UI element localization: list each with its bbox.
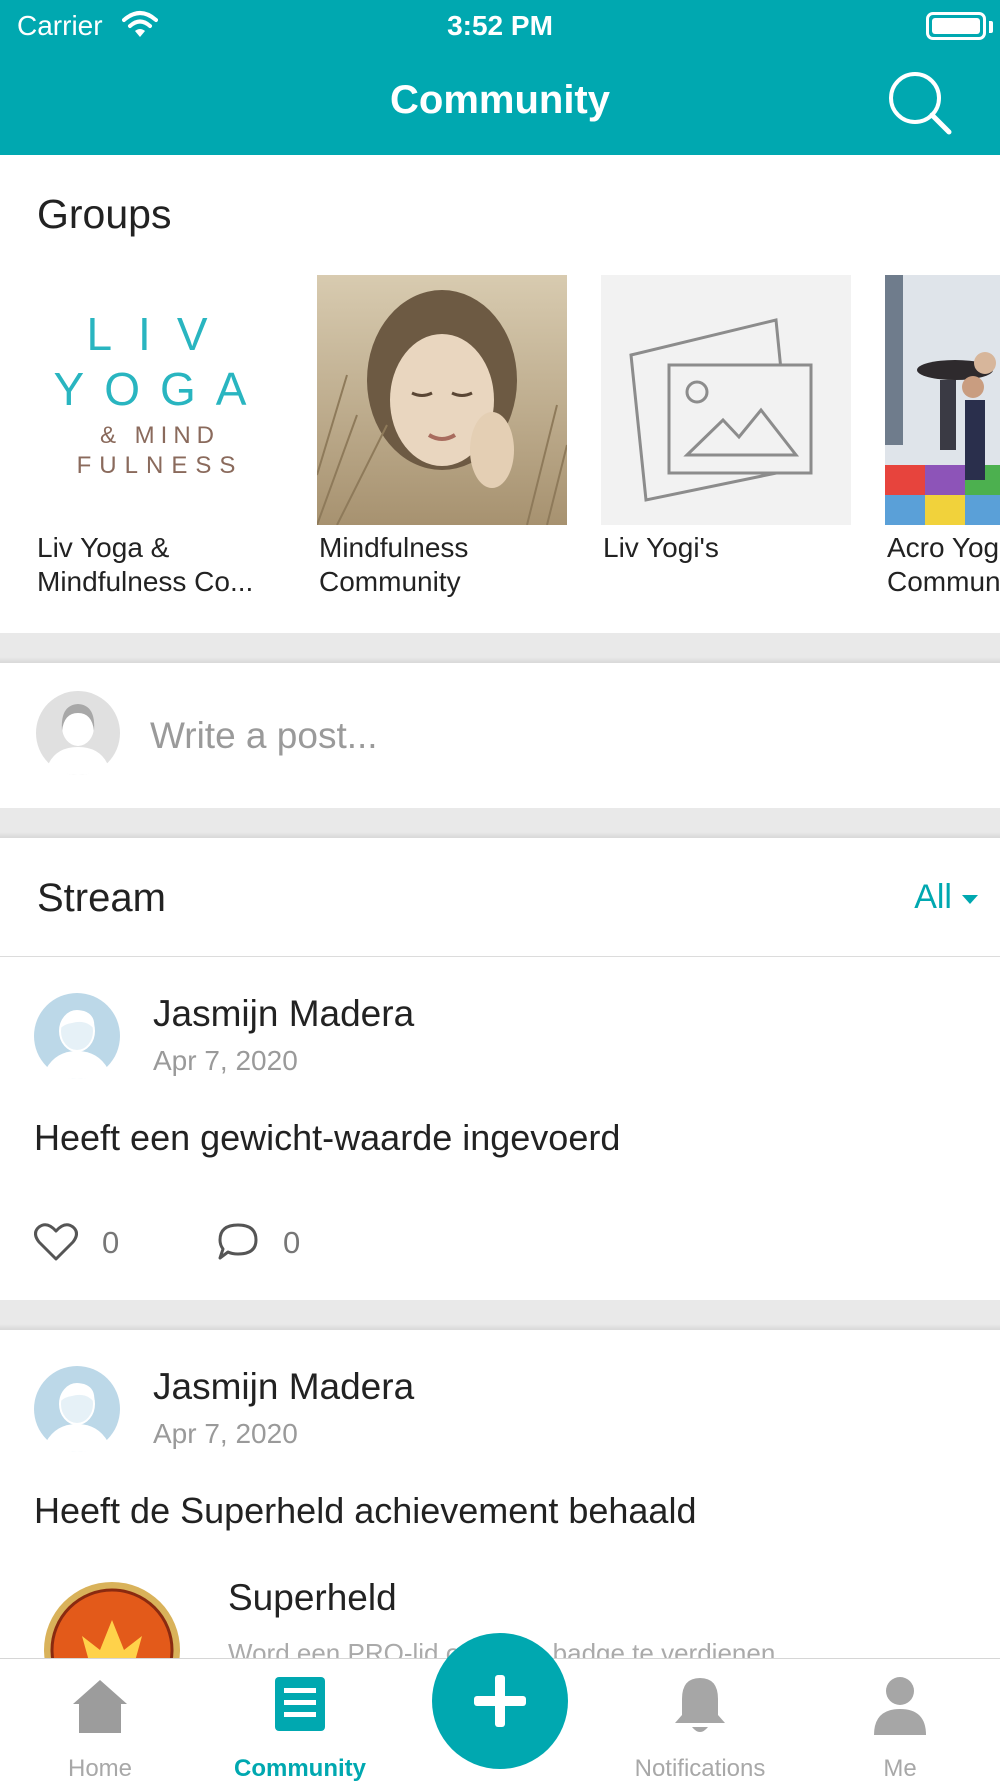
group-card-acro-yoga[interactable]: Acro Yoga Community bbox=[885, 275, 1000, 599]
group-name: Liv Yoga & Mindfulness Co... bbox=[37, 532, 254, 597]
tab-label: Home bbox=[67, 1755, 133, 1782]
comment-icon[interactable] bbox=[216, 1221, 260, 1263]
status-time: 3:52 PM bbox=[447, 10, 553, 41]
user-avatar-icon bbox=[36, 691, 120, 775]
stream-header: Stream All bbox=[0, 838, 1000, 958]
tab-community[interactable]: Community bbox=[225, 1659, 375, 1782]
section-divider bbox=[0, 633, 1000, 663]
tab-notifications[interactable]: Notifications bbox=[620, 1659, 780, 1782]
stream-filter-dropdown[interactable]: All bbox=[914, 878, 978, 917]
group-photo bbox=[885, 275, 1000, 525]
bell-icon bbox=[675, 1678, 725, 1732]
post-divider bbox=[0, 1300, 1000, 1330]
tab-label: Me bbox=[883, 1755, 917, 1782]
tab-label: Notifications bbox=[634, 1755, 766, 1782]
tab-label: Community bbox=[234, 1755, 366, 1782]
heart-icon[interactable] bbox=[34, 1222, 78, 1262]
battery-icon bbox=[926, 12, 986, 40]
post-author[interactable]: Jasmijn Madera bbox=[153, 993, 414, 1035]
like-count: 0 bbox=[102, 1225, 120, 1260]
stream-post[interactable]: Jasmijn Madera Apr 7, 2020 Heeft de Supe… bbox=[0, 1330, 1000, 1718]
post-text: Heeft de Superheld achievement behaald bbox=[34, 1490, 697, 1531]
group-card-liv-yoga[interactable]: LIV YOGA & MIND FULNESS Liv Yoga & Mindf… bbox=[35, 275, 287, 599]
home-icon bbox=[73, 1680, 127, 1733]
logo-text-fulness: FULNESS bbox=[77, 452, 244, 479]
create-post-button[interactable] bbox=[432, 1633, 568, 1769]
group-name: Acro Yoga Community bbox=[887, 532, 1000, 597]
filter-label: All bbox=[914, 878, 952, 916]
achievement-title: Superheld bbox=[228, 1577, 397, 1618]
stream-title: Stream bbox=[37, 876, 166, 920]
tab-me[interactable]: Me bbox=[840, 1659, 960, 1782]
post-date: Apr 7, 2020 bbox=[153, 1418, 298, 1449]
tab-home[interactable]: Home bbox=[40, 1659, 160, 1782]
author-avatar-icon[interactable] bbox=[34, 993, 120, 1079]
group-name: Liv Yogi's bbox=[603, 532, 719, 563]
write-post-input[interactable]: Write a post... bbox=[150, 715, 378, 757]
logo-text-mind: & MIND bbox=[100, 422, 220, 449]
page-title: Community bbox=[390, 78, 610, 122]
status-bar: Carrier 3:52 PM bbox=[0, 8, 1000, 44]
group-name: Mindfulness Community bbox=[319, 532, 469, 597]
plus-icon bbox=[474, 1675, 526, 1727]
stream-post[interactable]: Jasmijn Madera Apr 7, 2020 Heeft een gew… bbox=[0, 957, 1000, 1300]
groups-section: Groups LIV YOGA & MIND FULNESS Liv Yoga … bbox=[0, 155, 1000, 633]
top-bar: Carrier 3:52 PM Community bbox=[0, 0, 1000, 155]
post-date: Apr 7, 2020 bbox=[153, 1045, 298, 1076]
group-card-liv-yogis[interactable]: Liv Yogi's bbox=[601, 275, 853, 565]
group-photo bbox=[317, 275, 567, 525]
comment-count: 0 bbox=[283, 1225, 301, 1260]
liv-yoga-logo: LIV YOGA & MIND FULNESS bbox=[54, 308, 267, 479]
group-card-mindfulness[interactable]: Mindfulness Community bbox=[317, 275, 569, 599]
caret-down-icon bbox=[962, 894, 978, 904]
section-divider bbox=[0, 808, 1000, 838]
post-author[interactable]: Jasmijn Madera bbox=[153, 1366, 414, 1408]
image-placeholder-icon bbox=[601, 275, 851, 525]
battery-tip bbox=[989, 21, 993, 33]
person-icon bbox=[874, 1677, 926, 1735]
community-icon bbox=[275, 1677, 325, 1731]
search-icon[interactable] bbox=[885, 68, 955, 138]
post-composer[interactable]: Write a post... bbox=[0, 663, 1000, 808]
post-text: Heeft een gewicht-waarde ingevoerd bbox=[34, 1117, 621, 1158]
logo-text-liv: LIV bbox=[86, 308, 233, 360]
groups-title: Groups bbox=[37, 191, 172, 237]
group-logo: LIV YOGA & MIND FULNESS bbox=[35, 275, 285, 525]
author-avatar-icon[interactable] bbox=[34, 1366, 120, 1452]
logo-text-yoga: YOGA bbox=[54, 363, 267, 415]
